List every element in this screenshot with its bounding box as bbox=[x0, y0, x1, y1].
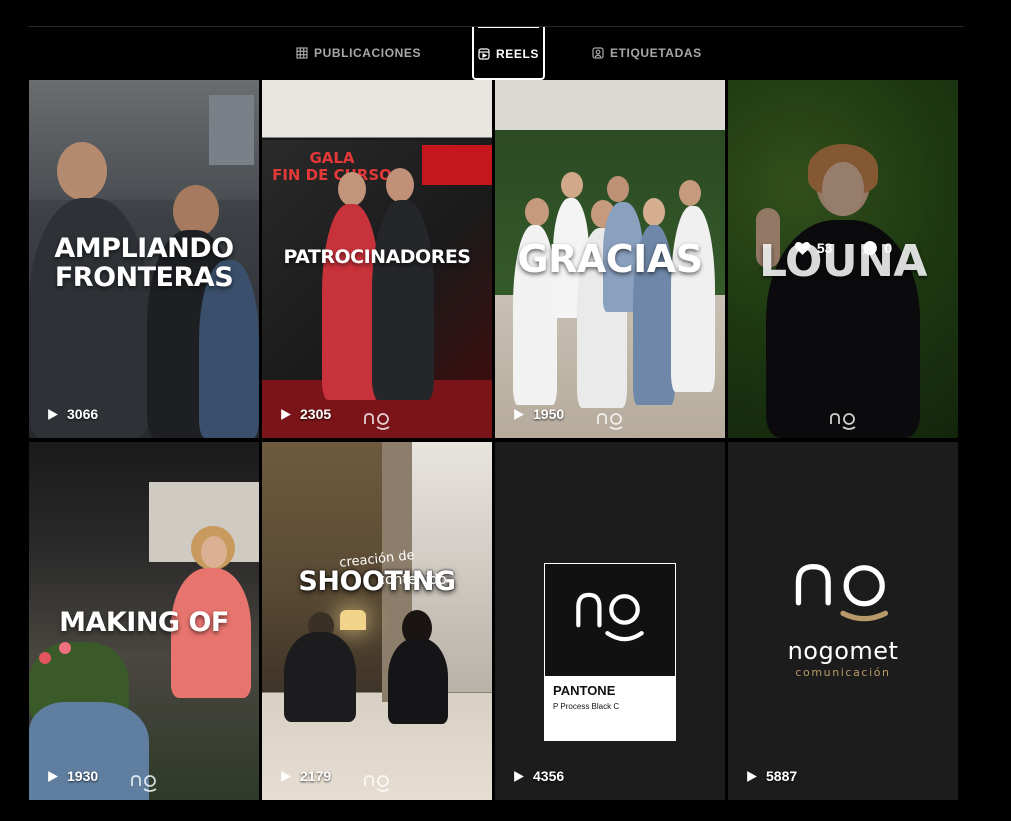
play-icon bbox=[281, 408, 291, 420]
heart-icon bbox=[794, 241, 811, 255]
view-count: 1950 bbox=[512, 406, 564, 422]
reel-tile[interactable]: PANTONE P Process Black C 4356 bbox=[495, 442, 725, 800]
tab-etiquetadas[interactable]: ETIQUETADAS bbox=[592, 27, 702, 79]
play-icon bbox=[48, 770, 58, 782]
likes-count: 53 bbox=[816, 240, 833, 256]
view-count: 5887 bbox=[745, 768, 797, 784]
comments-stat: 0 bbox=[862, 240, 892, 256]
tab-reels[interactable]: REELS bbox=[471, 27, 546, 80]
view-count: 3066 bbox=[46, 406, 98, 422]
play-icon bbox=[514, 770, 524, 782]
pantone-code: P Process Black C bbox=[553, 702, 620, 711]
reel-title-line: AMPLIANDO bbox=[54, 233, 234, 264]
reel-tile[interactable]: AMPLIANDO FRONTERAS 3066 bbox=[29, 80, 259, 438]
brand-watermark-icon bbox=[364, 413, 390, 430]
reel-title-line: MAKING OF bbox=[59, 607, 229, 638]
view-count-value: 5887 bbox=[766, 768, 798, 784]
reel-title-line: GRACIAS bbox=[517, 237, 703, 281]
view-count-value: 3066 bbox=[67, 406, 99, 422]
brand-watermark-icon bbox=[597, 413, 623, 430]
grid-icon bbox=[296, 47, 308, 59]
play-icon bbox=[514, 408, 524, 420]
view-count: 1930 bbox=[46, 768, 98, 784]
play-icon bbox=[281, 770, 291, 782]
reel-title-line: PATROCINADORES bbox=[283, 246, 472, 268]
play-icon bbox=[747, 770, 757, 782]
nogomet-logo-icon bbox=[795, 564, 889, 622]
view-count-value: 4356 bbox=[533, 768, 565, 784]
reel-tile[interactable]: LOUNA 53 0 bbox=[728, 80, 958, 438]
reels-icon bbox=[478, 48, 490, 60]
view-count-value: 2305 bbox=[300, 406, 332, 422]
brand-watermark-icon bbox=[131, 775, 157, 792]
reel-title-line: FRONTERAS bbox=[54, 262, 234, 293]
pantone-card: PANTONE P Process Black C bbox=[544, 563, 676, 741]
comment-icon bbox=[863, 241, 878, 255]
tagged-icon bbox=[592, 47, 604, 59]
brand-subtitle: comunicación bbox=[795, 666, 891, 679]
view-count: 2179 bbox=[279, 768, 331, 784]
view-count: 2305 bbox=[279, 406, 331, 422]
view-count-value: 1930 bbox=[67, 768, 99, 784]
reel-tile[interactable]: MAKING OF 1930 bbox=[29, 442, 259, 800]
tab-publicaciones[interactable]: PUBLICACIONES bbox=[296, 27, 421, 79]
view-count-value: 1950 bbox=[533, 406, 565, 422]
reel-tile[interactable]: nogomet comunicación 5887 bbox=[728, 442, 958, 800]
reel-tile[interactable]: creación de SHOOTING contenido 2179 bbox=[262, 442, 492, 800]
brand-name: nogomet bbox=[787, 637, 899, 665]
view-count-value: 2179 bbox=[300, 768, 332, 784]
play-icon bbox=[48, 408, 58, 420]
likes-stat: 53 bbox=[794, 240, 833, 256]
reel-tile[interactable]: GALA FIN DE CURSO PATROCINADORES 2305 bbox=[262, 80, 492, 438]
tab-label: PUBLICACIONES bbox=[314, 46, 422, 60]
brand-watermark-icon bbox=[364, 775, 390, 792]
view-count: 4356 bbox=[512, 768, 564, 784]
comments-count: 0 bbox=[884, 240, 893, 256]
banner-text: FIN DE CURSO bbox=[272, 166, 392, 185]
profile-tabs: PUBLICACIONES REELS ETIQUETADAS bbox=[0, 27, 1011, 80]
brand-watermark-icon bbox=[830, 413, 856, 430]
nogomet-logo-icon bbox=[576, 592, 644, 642]
pantone-title: PANTONE bbox=[553, 683, 616, 698]
tab-label: REELS bbox=[496, 47, 540, 61]
reel-tile[interactable]: GRACIAS 1950 bbox=[495, 80, 725, 438]
tab-label: ETIQUETADAS bbox=[610, 46, 702, 60]
banner-text: GALA bbox=[309, 149, 355, 167]
script-caption: contenido bbox=[377, 572, 447, 588]
hover-stats: 53 0 bbox=[728, 240, 958, 256]
